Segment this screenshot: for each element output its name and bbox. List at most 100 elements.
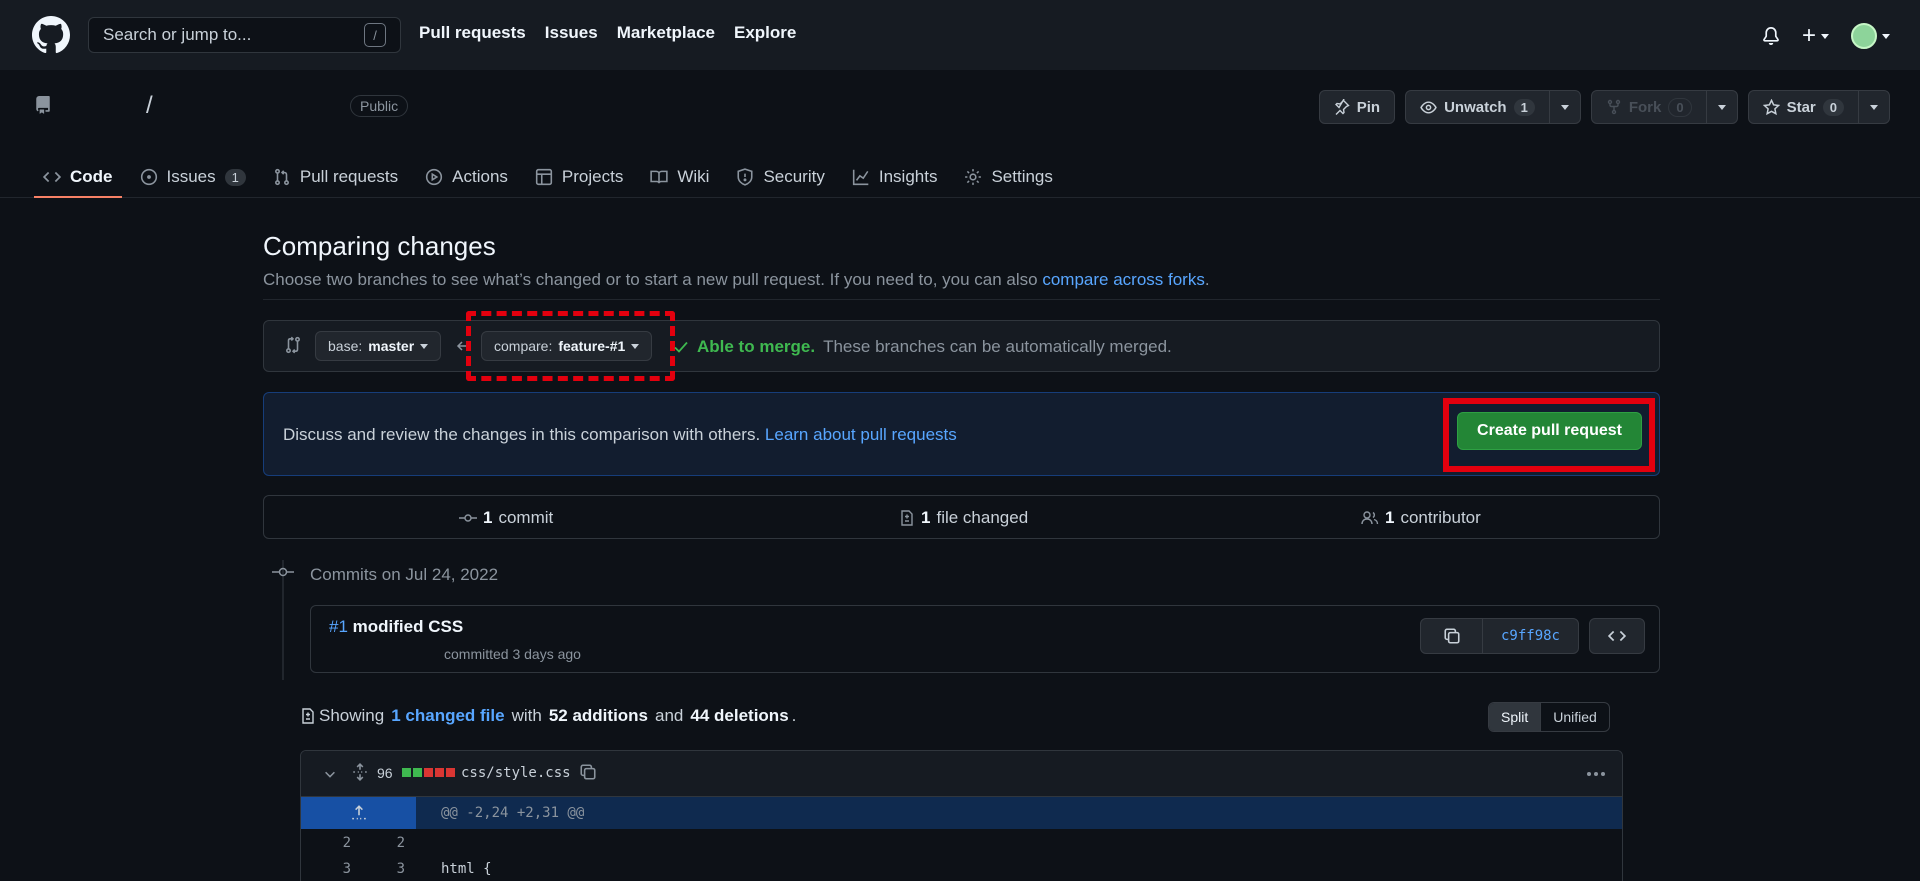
search-placeholder: Search or jump to... [103,25,252,44]
tab-insights-label: Insights [878,167,938,186]
tab-security[interactable]: Security [725,156,835,198]
watch-dropdown[interactable] [1548,91,1580,123]
plus-icon: + [1801,22,1816,49]
contributors-summary[interactable]: 1 contributor [1361,508,1481,528]
play-icon [426,168,443,186]
compare-branch-select[interactable]: compare: feature-#1 [481,331,653,361]
with-label: with [511,706,542,725]
tab-code[interactable]: Code [32,156,124,198]
old-line-number[interactable]: 3 [321,861,351,877]
compare-across-forks-link[interactable]: compare across forks [1042,270,1205,289]
fork-button[interactable]: Fork 0 [1590,90,1738,124]
user-menu[interactable] [1851,23,1890,49]
files-label: file changed [936,508,1029,527]
tab-wiki[interactable]: Wiki [639,156,720,198]
copy-icon[interactable] [579,763,597,781]
diffstat-block [424,768,433,777]
and-label: and [655,706,684,725]
tab-actions[interactable]: Actions [414,156,519,198]
file-diff: 96 css/style.css @@ -2,24 +2,31 @@ 2 2 3 [300,750,1623,881]
file-diff-icon [302,708,314,724]
diffstat-block [435,768,444,777]
files-summary[interactable]: 1 file changed [899,508,1028,528]
discuss-message: Discuss and review the changes in this c… [283,425,761,444]
commits-count: 1 [483,508,493,527]
diff-view-toggle: Split Unified [1488,702,1610,732]
tab-settings[interactable]: Settings [953,156,1063,198]
commit-issue-ref[interactable]: #1 [329,617,348,636]
nav-marketplace[interactable]: Marketplace [617,23,715,43]
tab-insights[interactable]: Insights [841,156,949,198]
unfold-icon[interactable] [351,763,369,781]
base-branch-select[interactable]: base: master [315,331,442,361]
new-line-number[interactable]: 3 [375,861,405,877]
github-logo-icon[interactable] [32,16,70,54]
file-change-count: 96 [377,765,393,781]
nav-pull-requests[interactable]: Pull requests [419,23,526,43]
repo-actions: Pin Unwatch 1 Fork 0 Star 0 [1318,90,1890,124]
new-line-number[interactable]: 2 [375,835,405,851]
fork-dropdown[interactable] [1705,91,1737,123]
deletions-count: 44 deletions [690,706,789,725]
commit-message[interactable]: modified CSS [353,617,464,636]
unwatch-button[interactable]: Unwatch 1 [1405,90,1581,124]
browse-files-button[interactable] [1589,618,1645,654]
hunk-header: @@ -2,24 +2,31 @@ [301,797,1622,829]
header-actions: + [1762,22,1890,50]
star-dropdown[interactable] [1858,91,1889,123]
base-prefix: base: [328,338,363,354]
changed-files-link[interactable]: 1 changed file [391,706,504,726]
file-path[interactable]: css/style.css [461,765,571,781]
tab-pull-requests[interactable]: Pull requests [262,156,409,198]
file-header: 96 css/style.css [301,751,1622,797]
tab-security-label: Security [763,167,825,186]
tab-settings-label: Settings [991,167,1053,186]
diffstat-bar [402,768,455,777]
watch-count: 1 [1513,98,1535,116]
tab-projects[interactable]: Projects [524,156,634,198]
chevron-down-icon [420,343,429,349]
page-subtitle: Choose two branches to see what’s change… [263,270,1210,290]
unified-view-button[interactable]: Unified [1541,703,1609,731]
branch-range-editor: base: master compare: feature-#1 Able to… [263,311,1660,381]
commits-summary[interactable]: 1 commit [459,508,553,528]
create-new-menu[interactable]: + [1802,22,1829,50]
pin-label: Pin [1356,98,1381,116]
merge-ok-label: Able to merge. [697,337,816,356]
tab-issues[interactable]: Issues 1 [129,156,257,198]
compare-summary: 1 commit 1 file changed 1 contributor [263,495,1660,539]
code-icon [43,171,61,183]
subtitle-end: . [1204,270,1210,289]
create-pull-request-button[interactable]: Create pull request [1457,412,1642,450]
graph-icon [852,169,869,186]
expand-up-icon[interactable] [350,804,368,822]
pin-icon [1334,99,1350,115]
chevron-down-icon [1882,33,1890,39]
nav-explore[interactable]: Explore [734,23,796,43]
commit-title[interactable]: #1 modified CSS [329,617,463,637]
pin-button[interactable]: Pin [1318,90,1396,124]
divider [263,299,1660,300]
old-line-number[interactable]: 2 [321,835,351,851]
chevron-down-icon[interactable] [323,767,337,781]
learn-pull-requests-link[interactable]: Learn about pull requests [765,425,957,444]
create-pr-banner: Discuss and review the changes in this c… [263,392,1660,476]
nav-issues[interactable]: Issues [545,23,598,43]
repo-tabs: Code Issues 1 Pull requests Actions Proj… [32,156,1069,198]
chevron-down-icon [631,343,640,349]
commit-meta: committed 3 days ago [444,646,581,662]
fork-count: 0 [1668,97,1692,117]
diffstat-block [402,768,411,777]
commit-sha-link[interactable]: c9ff98c [1483,619,1578,653]
repo-icon [36,96,50,114]
star-label: Star [1786,98,1816,116]
copy-sha-button[interactable] [1421,619,1483,653]
search-input[interactable]: Search or jump to... / [88,17,401,53]
issue-icon [140,168,157,186]
pull-request-icon [274,168,289,186]
commit-actions: c9ff98c [1420,618,1645,654]
bell-icon[interactable] [1762,26,1780,46]
split-view-button[interactable]: Split [1489,703,1542,731]
star-button[interactable]: Star 0 [1747,90,1890,124]
kebab-horizontal-icon[interactable] [1586,771,1606,777]
